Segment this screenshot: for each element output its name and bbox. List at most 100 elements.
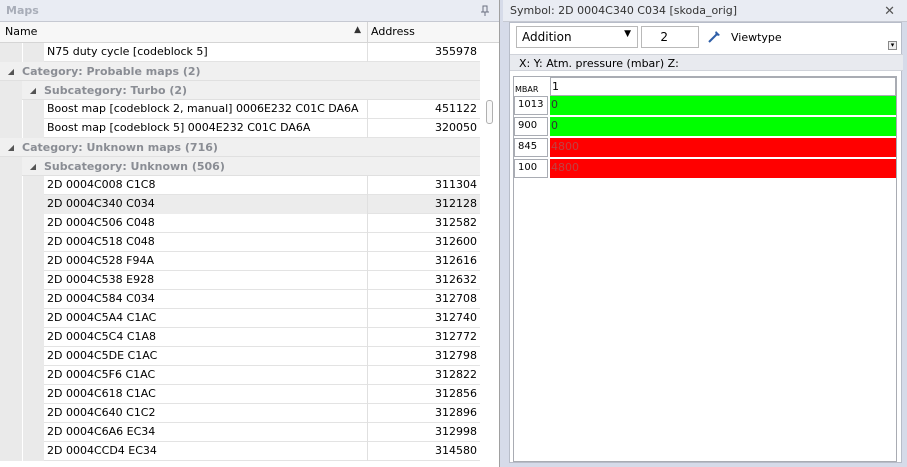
tree-indent [0,441,22,461]
map-row[interactable]: 2D 0004C5F6 C1AC 312822 [0,365,480,385]
map-address-cell: 312772 [435,330,477,343]
map-row[interactable]: 2D 0004C518 C048 312600 [0,232,480,252]
category-row[interactable]: ◢ Category: Unknown maps (716) [0,138,480,157]
map-row[interactable]: Boost map [codeblock 5] 0004E232 C01C DA… [0,118,480,138]
value-input[interactable]: 2 [641,26,699,48]
map-row[interactable]: 2D 0004C584 C034 312708 [0,289,480,309]
tree-indent [22,251,44,271]
map-name-cell: 2D 0004C5C4 C1A8 [44,327,368,347]
map-address-cell: 451122 [435,102,477,115]
map-address-cell: 355978 [435,45,477,58]
tree-indent [22,365,44,385]
tree-indent [0,194,22,214]
viewtype-label[interactable]: Viewtype [731,31,782,44]
subcategory-row[interactable]: ◢ Subcategory: Turbo (2) [0,80,480,100]
map-address-cell: 312896 [435,406,477,419]
category-label: Category: Probable maps (2) [22,64,201,78]
collapse-caret-icon[interactable]: ◢ [22,162,44,171]
mode-select[interactable]: Addition ▼ [516,26,638,48]
map-row[interactable]: 2D 0004C506 C048 312582 [0,213,480,233]
name-column-header[interactable]: Name ▲ [0,22,368,42]
map-row[interactable]: 2D 0004C528 F94A 312616 [0,251,480,271]
tree-indent [0,327,22,347]
grid-row-header: 100 [514,159,548,178]
map-row[interactable]: N75 duty cycle [codeblock 5] 355978 [0,42,480,62]
map-name-cell: 2D 0004C008 C1C8 [44,175,368,195]
tree-indent [0,346,22,366]
tree-indent [0,384,22,404]
map-address-cell: 312708 [435,292,477,305]
map-address-cell: 312822 [435,368,477,381]
tree-indent [0,156,22,176]
tree-indent [22,384,44,404]
tree-indent [22,289,44,309]
tree-indent [0,270,22,290]
map-row[interactable]: 2D 0004C340 C034 312128 [0,194,480,214]
grid-value-cell[interactable]: 0 [550,96,896,115]
map-address-cell: 312798 [435,349,477,362]
tree-indent [0,80,22,100]
tree-indent [0,403,22,423]
tree-indent [0,118,22,138]
map-address-cell: 312128 [435,197,477,210]
map-row[interactable]: 2D 0004C538 E928 312632 [0,270,480,290]
address-column-header[interactable]: Address [368,22,478,42]
map-name-cell: Boost map [codeblock 5] 0004E232 C01C DA… [44,118,368,138]
map-row[interactable]: 2D 0004C618 C1AC 312856 [0,384,480,404]
apply-wand-icon[interactable] [706,29,722,45]
map-name-cell: 2D 0004C640 C1C2 [44,403,368,423]
map-name-cell: 2D 0004C5A4 C1AC [44,308,368,328]
map-row[interactable]: 2D 0004C5A4 C1AC 312740 [0,308,480,328]
grid-value-cell[interactable]: 4800 [550,138,896,157]
tree-indent [0,365,22,385]
grid-value-cell[interactable]: 0 [550,117,896,136]
name-column-label: Name [5,25,38,38]
map-name-cell: 2D 0004C538 E928 [44,270,368,290]
map-name-cell: 2D 0004C584 C034 [44,289,368,309]
map-name-cell: 2D 0004C618 C1AC [44,384,368,404]
map-row[interactable]: 2D 0004CCD4 EC34 314580 [0,441,480,461]
map-address-cell: 312740 [435,311,477,324]
value-input-text: 2 [660,30,668,44]
tree-indent [0,213,22,233]
chevron-down-icon: ▼ [624,29,631,39]
map-row[interactable]: 2D 0004C640 C1C2 312896 [0,403,480,423]
subcategory-row[interactable]: ◢ Subcategory: Unknown (506) [0,156,480,176]
tree-indent [0,422,22,442]
map-name-cell: 2D 0004C6A6 EC34 [44,422,368,442]
collapse-caret-icon[interactable]: ◢ [0,143,22,152]
category-row[interactable]: ◢ Category: Probable maps (2) [0,62,480,81]
map-address-cell: 320050 [435,121,477,134]
map-address-cell: 312998 [435,425,477,438]
maps-tree-list: N75 duty cycle [codeblock 5] 355978 ◢ Categ… [0,42,480,461]
map-row[interactable]: Boost map [codeblock 2, manual] 0006E232… [0,99,480,119]
map-address-cell: 312616 [435,254,477,267]
tree-indent [22,327,44,347]
grid-row-header: 900 [514,117,548,136]
tree-indent [22,213,44,233]
map-name-cell: 2D 0004C5DE C1AC [44,346,368,366]
axis-caption: X: Y: Atm. pressure (mbar) Z: [510,54,903,71]
collapse-caret-icon[interactable]: ◢ [22,86,44,95]
maps-panel: Maps Name ▲ Address N75 duty cycle [code… [0,0,500,467]
address-column-label: Address [371,25,415,38]
map-address-cell: 312582 [435,216,477,229]
map-name-cell: N75 duty cycle [codeblock 5] [44,42,368,62]
collapse-caret-icon[interactable]: ◢ [0,67,22,76]
scrollbar-thumb[interactable] [486,100,493,124]
maps-scrollbar[interactable] [482,43,499,467]
map-name-cell: 2D 0004C340 C034 [44,194,368,214]
map-row[interactable]: 2D 0004C6A6 EC34 312998 [0,422,480,442]
toolbar-overflow-icon[interactable]: ▾ [888,41,897,50]
map-row[interactable]: 2D 0004C008 C1C8 311304 [0,175,480,195]
map-row[interactable]: 2D 0004C5C4 C1A8 312772 [0,327,480,347]
grid-value-cell[interactable]: 4800 [550,159,896,178]
map-address-cell: 312856 [435,387,477,400]
map-name-cell: 2D 0004CCD4 EC34 [44,441,368,461]
close-icon[interactable]: ✕ [884,4,895,19]
map-row[interactable]: 2D 0004C5DE C1AC 312798 [0,346,480,366]
grid-row-header: 845 [514,138,548,157]
tree-indent [22,99,44,119]
pin-icon[interactable] [480,5,490,17]
maps-panel-title: Maps [0,0,499,22]
